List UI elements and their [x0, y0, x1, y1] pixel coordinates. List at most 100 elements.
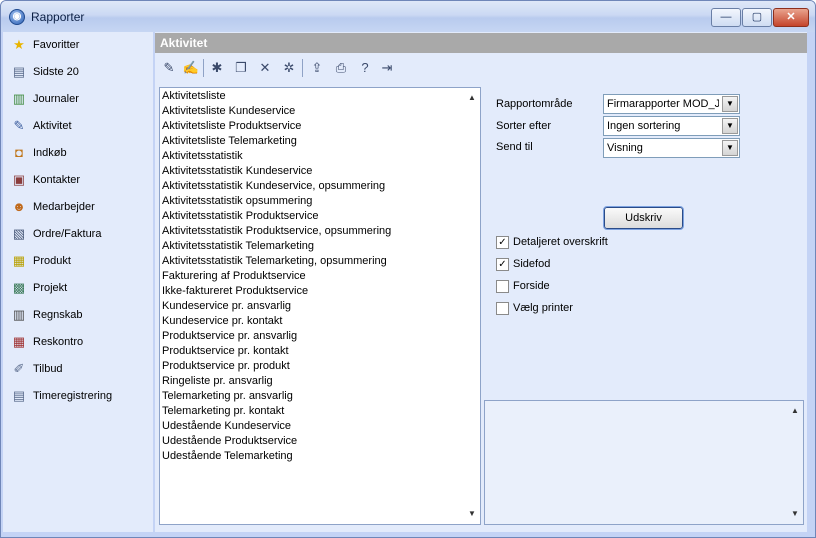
sort-select[interactable]: Ingen sortering ▼: [603, 116, 740, 136]
main-panel: Aktivitet ✎ ✍ ✱ ❐ ✕ ✲ ⇪ ⎙? ⇥ Aktivitetsliste Akti…: [155, 32, 807, 532]
sidebar: ★ Favoritter ▤ Sidste 20 ▥ Journaler ✎ Aktivite…: [3, 32, 153, 532]
sidebar-item[interactable]: ▩ Projekt: [3, 276, 153, 300]
list-item[interactable]: Aktivitetsstatistik Kundeservice: [162, 164, 312, 179]
sidebar-item-label: Projekt: [33, 282, 68, 294]
sidebar-item[interactable]: ▤ Sidste 20: [3, 60, 153, 84]
sidebar-item[interactable]: ▤ Timeregistrering: [3, 384, 153, 408]
sidebar-item-label: Journaler: [33, 93, 79, 105]
list-item[interactable]: Produktservice pr. kontakt: [162, 344, 289, 359]
purchase-icon: ◘: [15, 145, 23, 160]
delete-icon[interactable]: ✕: [255, 58, 275, 78]
notes-box[interactable]: ▲ ▼: [484, 400, 804, 525]
sidebar-item[interactable]: ▣ Kontakter: [3, 168, 153, 192]
product-icon: ▦: [12, 253, 26, 268]
list-item[interactable]: Udestående Telemarketing: [162, 449, 293, 464]
list-item[interactable]: Produktservice pr. produkt: [162, 359, 290, 374]
list-item[interactable]: Aktivitetsstatistik: [162, 149, 243, 164]
sidebar-item[interactable]: ☻ Medarbejder: [3, 195, 153, 219]
reports-window: ◉ Rapporter — ▢ ✕ ★ Favoritter ▤ Sidste 20 ▥…: [0, 0, 816, 538]
list-item[interactable]: Aktivitetsstatistik Produktservice, opsu…: [162, 224, 391, 239]
list-item[interactable]: Produktservice pr. ansvarlig: [162, 329, 297, 344]
list-item[interactable]: Aktivitetsliste: [162, 89, 226, 104]
minimize-button[interactable]: —: [711, 8, 741, 27]
list-item[interactable]: Kundeservice pr. ansvarlig: [162, 299, 291, 314]
export-icon[interactable]: ⇪: [307, 58, 327, 78]
checkbox[interactable]: ✓: [496, 258, 509, 271]
new-icon[interactable]: ✱: [207, 58, 227, 78]
chevron-down-icon[interactable]: ▼: [722, 140, 738, 156]
checkbox-label: Vælg printer: [513, 302, 573, 314]
wizard-icon[interactable]: ✲: [279, 58, 299, 78]
list-item[interactable]: Ikke-faktureret Produktservice: [162, 284, 308, 299]
list-item[interactable]: Aktivitetsstatistik Produktservice: [162, 209, 319, 224]
edit-icon[interactable]: ✎: [159, 58, 179, 78]
chevron-down-icon[interactable]: ▼: [722, 96, 738, 112]
list-item[interactable]: Aktivitetsstatistik Telemarketing: [162, 239, 314, 254]
list-item[interactable]: Aktivitetsliste Kundeservice: [162, 104, 295, 119]
sidebar-item-label: Aktivitet: [33, 120, 72, 132]
send-select-value: Visning: [607, 142, 643, 154]
checkbox-label: Forside: [513, 280, 550, 292]
sidebar-item-label: Reskontro: [33, 336, 84, 348]
sidebar-item-label: Sidste 20: [33, 66, 79, 78]
project-icon: ▩: [12, 280, 26, 295]
sidebar-item[interactable]: ✐ Tilbud: [3, 357, 153, 381]
sidebar-item[interactable]: ▥ Regnskab: [3, 303, 153, 327]
checkbox[interactable]: [496, 280, 509, 293]
order-icon: ▧: [12, 226, 26, 241]
list-item[interactable]: Aktivitetsstatistik opsummering: [162, 194, 312, 209]
sidebar-item-label: Timeregistrering: [33, 390, 113, 402]
scroll-down-icon[interactable]: ▼: [464, 506, 480, 522]
list-item[interactable]: Aktivitetsliste Telemarketing: [162, 134, 297, 149]
checkbox[interactable]: ✓: [496, 236, 509, 249]
report-list[interactable]: Aktivitetsliste Aktivitetsliste Kundeserv…: [159, 87, 481, 525]
sidebar-item[interactable]: ▥ Journaler: [3, 87, 153, 111]
close-button[interactable]: ✕: [773, 8, 809, 27]
sort-label: Sorter efter: [496, 120, 552, 132]
title-bar[interactable]: ◉ Rapporter — ▢ ✕: [1, 1, 815, 32]
scroll-up-icon[interactable]: ▲: [787, 403, 803, 419]
window-title: Rapporter: [31, 10, 85, 24]
app-logo-icon: ◉: [9, 9, 25, 25]
list-item[interactable]: Kundeservice pr. kontakt: [162, 314, 282, 329]
list-item[interactable]: Aktivitetsstatistik Kundeservice, opsumm…: [162, 179, 385, 194]
list-item[interactable]: Udestående Produktservice: [162, 434, 297, 449]
maximize-button[interactable]: ▢: [742, 8, 772, 27]
sidebar-item[interactable]: ▧ Ordre/Faktura: [3, 222, 153, 246]
notes-scrollbar[interactable]: ▲ ▼: [787, 401, 803, 524]
chevron-down-icon[interactable]: ▼: [722, 118, 738, 134]
scroll-up-icon[interactable]: ▲: [464, 90, 480, 106]
print-button[interactable]: Udskriv: [603, 206, 684, 230]
report-list-scrollbar[interactable]: ▲ ▼: [464, 88, 480, 524]
checkbox[interactable]: [496, 302, 509, 315]
list-item[interactable]: Fakturering af Produktservice: [162, 269, 306, 284]
journal-icon: ▥: [12, 91, 26, 106]
edit-properties-icon[interactable]: ✍: [181, 58, 201, 78]
exit-icon[interactable]: ⇥: [377, 58, 397, 78]
sidebar-item-label: Kontakter: [33, 174, 81, 186]
send-label: Send til: [496, 141, 533, 153]
recent-icon: ▤: [12, 64, 26, 79]
sidebar-item[interactable]: ▦ Produkt: [3, 249, 153, 273]
list-item[interactable]: Telemarketing pr. ansvarlig: [162, 389, 293, 404]
area-select[interactable]: Firmarapporter MOD_JC ▼: [603, 94, 740, 114]
sidebar-item[interactable]: ◘ Indkøb: [3, 141, 153, 165]
list-item[interactable]: Aktivitetsliste Produktservice: [162, 119, 301, 134]
sidebar-item[interactable]: ✎ Aktivitet: [3, 114, 153, 138]
sidebar-item-label: Ordre/Faktura: [33, 228, 102, 240]
scroll-down-icon[interactable]: ▼: [787, 506, 803, 522]
list-item[interactable]: Telemarketing pr. kontakt: [162, 404, 284, 419]
sort-select-value: Ingen sortering: [607, 120, 681, 132]
sidebar-item[interactable]: ▦ Reskontro: [3, 330, 153, 354]
list-item[interactable]: Udestående Kundeservice: [162, 419, 291, 434]
copy-icon[interactable]: ❐: [231, 58, 251, 78]
sidebar-item[interactable]: ★ Favoritter: [3, 33, 153, 57]
list-item[interactable]: Ringeliste pr. ansvarlig: [162, 374, 273, 389]
help-icon[interactable]: ?: [355, 58, 375, 78]
section-header: Aktivitet: [155, 33, 807, 53]
checkbox-label: Sidefod: [513, 258, 551, 270]
checkbox-label: Detaljeret overskrift: [513, 236, 608, 248]
print-icon[interactable]: ⎙: [331, 58, 351, 78]
send-select[interactable]: Visning ▼: [603, 138, 740, 158]
list-item[interactable]: Aktivitetsstatistik Telemarketing, opsum…: [162, 254, 387, 269]
